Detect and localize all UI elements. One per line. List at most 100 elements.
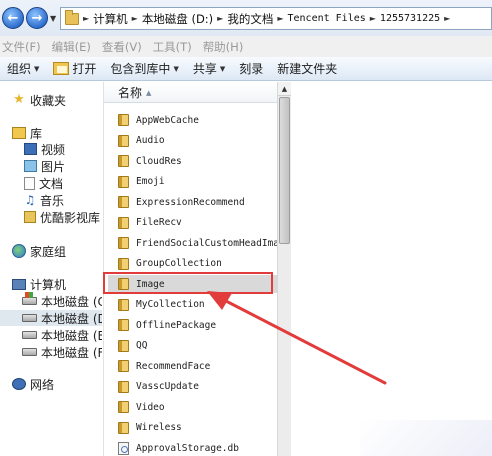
include-in-library-button[interactable]: 包含到库中 ▼ (103, 60, 185, 77)
command-bar: 组织 ▼ 打开 包含到库中 ▼ 共享 ▼ 刻录 新建文件夹 (0, 57, 492, 81)
nav-lib-youku[interactable]: 优酷影视库 (24, 209, 100, 225)
open-button[interactable]: 打开 (46, 60, 103, 77)
column-header-name[interactable]: 名称 ▲ (104, 83, 277, 103)
folder-icon (118, 114, 129, 126)
breadcrumb-my-documents[interactable]: 我的文档 (227, 11, 273, 27)
nav-computer[interactable]: 计算机 (12, 276, 66, 292)
breadcrumb-qq-number[interactable]: 1255731225 (380, 13, 440, 24)
file-list-item[interactable]: QQ (108, 337, 277, 355)
menu-help[interactable]: 帮助(H) (201, 39, 253, 55)
folder-icon (118, 237, 129, 249)
vertical-scrollbar[interactable]: ▲ (277, 82, 291, 456)
nav-lib-youku-label: 优酷影视库 (40, 210, 101, 225)
scroll-up-icon[interactable]: ▲ (278, 82, 291, 96)
nav-libraries[interactable]: 库 (12, 125, 42, 141)
file-list-item[interactable]: Emoji (108, 173, 277, 191)
back-button[interactable]: ← (2, 7, 24, 29)
folder-icon (118, 278, 129, 290)
file-list-item[interactable]: AppWebCache (108, 111, 277, 129)
file-list-item[interactable]: ApprovalStorage.db (108, 439, 277, 456)
nav-lib-music[interactable]: ♫ 音乐 (24, 192, 64, 208)
file-list-item[interactable]: GroupCollection (108, 255, 277, 273)
file-list-item[interactable]: MyCollection (108, 296, 277, 314)
nav-homegroup[interactable]: 家庭组 (12, 243, 66, 259)
video-library-icon (24, 143, 37, 155)
breadcrumb-separator-icon[interactable]: ► (83, 14, 89, 23)
sort-ascending-icon: ▲ (146, 88, 152, 97)
folder-icon (118, 360, 129, 372)
nav-drive-d-label: 本地磁盘 (D (41, 311, 102, 326)
file-list-item[interactable]: OfflinePackage (108, 316, 277, 334)
breadcrumb-computer[interactable]: 计算机 (93, 11, 128, 27)
recent-pages-dropdown-icon[interactable]: ▼ (50, 14, 59, 23)
file-list-item[interactable]: FriendSocialCustomHeadIma (108, 234, 277, 252)
nav-drive-f[interactable]: 本地磁盘 (F (22, 344, 102, 360)
open-label: 打开 (72, 62, 97, 76)
file-name: ExpressionRecommend (136, 196, 245, 208)
file-list-item[interactable]: ExpressionRecommend (108, 193, 277, 211)
nav-lib-pictures[interactable]: 图片 (24, 158, 65, 174)
chevron-down-icon: ▼ (219, 64, 226, 73)
nav-network-label: 网络 (30, 377, 55, 392)
breadcrumb-separator-icon[interactable]: ► (444, 14, 450, 23)
file-name: Wireless (136, 422, 182, 433)
file-list-item[interactable]: Image (108, 275, 277, 293)
burn-button[interactable]: 刻录 (232, 60, 270, 77)
file-list-item[interactable]: VasscUpdate (108, 378, 277, 396)
nav-lib-documents[interactable]: 文档 (24, 175, 63, 191)
file-name: Audio (136, 135, 165, 146)
nav-favorites[interactable]: ★ 收藏夹 (12, 92, 66, 108)
menu-file[interactable]: 文件(F) (0, 39, 50, 55)
address-bar[interactable]: ► 计算机 ► 本地磁盘 (D:) ► 我的文档 ► Tencent Files… (60, 7, 492, 30)
breadcrumb-separator-icon[interactable]: ► (132, 14, 138, 23)
nav-lib-videos[interactable]: 视频 (24, 141, 65, 157)
folder-icon (118, 175, 129, 188)
organize-button[interactable]: 组织 ▼ (0, 60, 46, 77)
nav-lib-pictures-label: 图片 (41, 159, 66, 174)
file-name: MyCollection (136, 299, 205, 310)
breadcrumb-separator-icon[interactable]: ► (217, 14, 223, 23)
file-list-item[interactable]: Audio (108, 132, 277, 150)
file-name: GroupCollection (136, 258, 222, 269)
folder-icon (65, 9, 79, 25)
menu-tools[interactable]: 工具(T) (151, 39, 201, 55)
nav-libraries-label: 库 (30, 126, 43, 141)
menu-bar: 文件(F) 编辑(E) 查看(V) 工具(T) 帮助(H) (0, 36, 492, 57)
breadcrumb-tencent-files[interactable]: Tencent Files (287, 13, 365, 24)
new-folder-button[interactable]: 新建文件夹 (270, 60, 344, 77)
share-button[interactable]: 共享 ▼ (186, 60, 232, 77)
system-drive-icon (22, 292, 37, 305)
computer-icon (12, 278, 26, 290)
menu-edit[interactable]: 编辑(E) (50, 39, 100, 55)
file-list-item[interactable]: Wireless (108, 419, 277, 437)
folder-icon (118, 319, 129, 331)
nav-drive-e[interactable]: 本地磁盘 (E (22, 327, 102, 343)
nav-network[interactable]: 网络 (12, 376, 54, 392)
file-list-item[interactable]: CloudRes (108, 152, 277, 170)
breadcrumb-separator-icon[interactable]: ► (277, 14, 283, 23)
file-name: AppWebCache (136, 114, 199, 126)
breadcrumb-separator-icon[interactable]: ► (370, 14, 376, 23)
file-list-item[interactable]: RecommendFace (108, 357, 277, 375)
forward-button[interactable]: → (26, 7, 48, 29)
music-note-icon: ♫ (24, 193, 36, 207)
scroll-thumb[interactable] (279, 97, 290, 244)
file-name: RecommendFace (136, 360, 211, 372)
library-icon (12, 127, 26, 139)
open-folder-icon (53, 62, 70, 75)
file-list-item[interactable]: FileRecv (108, 214, 277, 232)
chevron-down-icon: ▼ (34, 64, 40, 73)
star-icon: ★ (13, 92, 25, 107)
breadcrumb-drive-d[interactable]: 本地磁盘 (D:) (142, 11, 213, 27)
nav-drive-c[interactable]: 本地磁盘 (C (22, 292, 102, 309)
share-label: 共享 (192, 62, 217, 76)
nav-drive-d[interactable]: 本地磁盘 (D (0, 310, 102, 326)
nav-lib-music-label: 音乐 (40, 193, 65, 208)
menu-view[interactable]: 查看(V) (100, 39, 151, 55)
file-name: Image (136, 278, 165, 290)
organize-label: 组织 (7, 62, 32, 76)
folder-icon (118, 134, 129, 147)
file-list-item[interactable]: Video (108, 398, 277, 416)
new-folder-label: 新建文件夹 (277, 62, 338, 76)
file-name: Emoji (136, 176, 165, 187)
